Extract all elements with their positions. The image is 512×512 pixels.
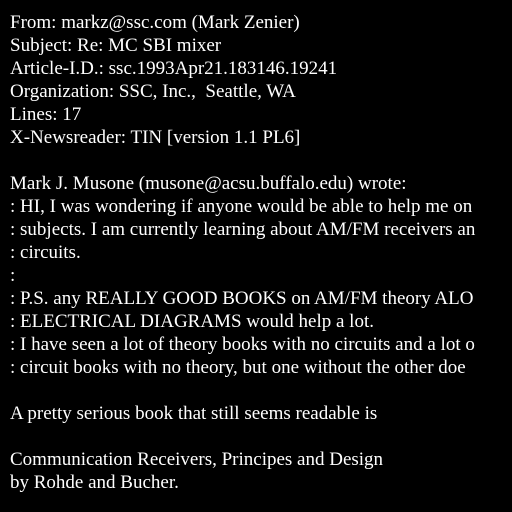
- header-article-id: Article-I.D.: ssc.1993Apr21.183146.19241: [10, 58, 338, 79]
- header-subject: Subject: Re: MC SBI mixer: [10, 35, 222, 56]
- reply-line: A pretty serious book that still seems r…: [10, 403, 378, 424]
- message-view: From: markz@ssc.com (Mark Zenier) Subjec…: [0, 0, 512, 512]
- header-lines: Lines: 17: [10, 104, 82, 125]
- header-from: From: markz@ssc.com (Mark Zenier): [10, 12, 300, 33]
- quoted-line: : HI, I was wondering if anyone would be…: [10, 196, 473, 217]
- book-title: Communication Receivers, Principes and D…: [10, 449, 384, 470]
- quoted-line: :: [10, 265, 16, 286]
- quoted-line: : ELECTRICAL DIAGRAMS would help a lot.: [10, 311, 374, 332]
- book-authors: by Rohde and Bucher.: [10, 472, 179, 493]
- quoted-line: : P.S. any REALLY GOOD BOOKS on AM/FM th…: [10, 288, 474, 309]
- header-organization: Organization: SSC, Inc., Seattle, WA: [10, 81, 296, 102]
- quoted-line: : circuits.: [10, 242, 81, 263]
- quoted-line: : subjects. I am currently learning abou…: [10, 219, 476, 240]
- header-newsreader: X-Newsreader: TIN [version 1.1 PL6]: [10, 127, 301, 148]
- quoted-line: : circuit books with no theory, but one …: [10, 357, 466, 378]
- attribution-line: Mark J. Musone (musone@acsu.buffalo.edu)…: [10, 173, 407, 194]
- quoted-line: : I have seen a lot of theory books with…: [10, 334, 475, 355]
